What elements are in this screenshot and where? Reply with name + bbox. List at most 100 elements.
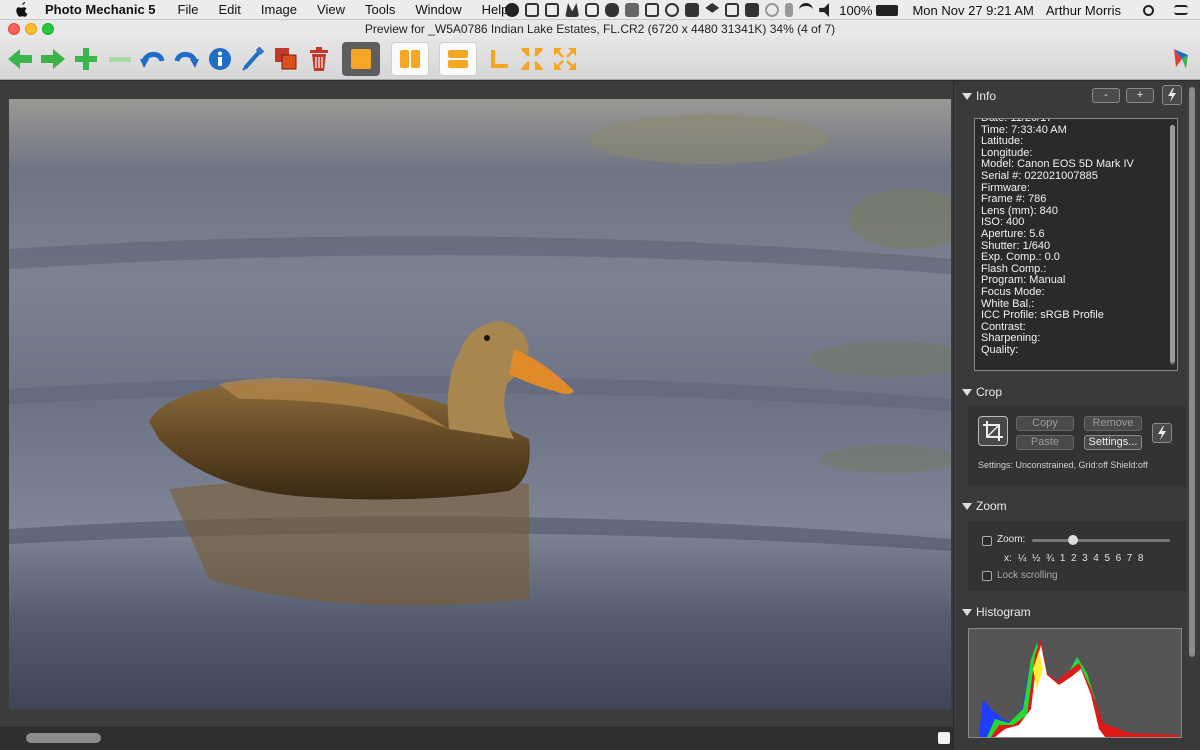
zoom-tick-label[interactable]: ½ bbox=[1032, 553, 1040, 564]
menu-file[interactable]: File bbox=[178, 2, 199, 17]
drive-icon[interactable] bbox=[725, 3, 740, 17]
zoom-tick-label[interactable]: 1 bbox=[1060, 553, 1066, 564]
crop-settings-text: Settings: Unconstrained, Grid:off Shield… bbox=[978, 460, 1148, 470]
bluetooth-icon[interactable] bbox=[785, 3, 794, 17]
zoom-tick-label[interactable]: 3 bbox=[1082, 553, 1088, 564]
remove-button[interactable] bbox=[103, 42, 137, 76]
user-name[interactable]: Arthur Morris bbox=[1046, 3, 1121, 18]
apple-icon[interactable] bbox=[14, 1, 30, 19]
delete-button[interactable] bbox=[302, 42, 336, 76]
crop-lightning-button[interactable] bbox=[1152, 423, 1172, 443]
sync-icon[interactable] bbox=[525, 3, 540, 17]
cloud-icon[interactable] bbox=[665, 3, 680, 17]
info-metadata-line: ICC Profile: sRGB Profile bbox=[981, 309, 1104, 322]
volume-icon[interactable] bbox=[819, 3, 830, 17]
dropbox-icon[interactable] bbox=[705, 3, 720, 13]
window-icon[interactable] bbox=[585, 3, 600, 17]
zoom-tick-labels: ¼½¾12345678 bbox=[1018, 553, 1149, 564]
crop-paste-button[interactable]: Paste bbox=[1016, 435, 1074, 450]
crop-remove-button[interactable]: Remove bbox=[1084, 416, 1142, 431]
duck-photo-image bbox=[9, 99, 951, 709]
time-machine-icon[interactable] bbox=[765, 3, 780, 17]
shrink-button[interactable] bbox=[515, 42, 549, 76]
zoom-tick-label[interactable]: ¼ bbox=[1018, 553, 1026, 564]
pen-icon bbox=[242, 46, 265, 71]
info-lightning-button[interactable] bbox=[1162, 85, 1182, 105]
stacked-button[interactable] bbox=[439, 42, 477, 76]
battery-icon[interactable] bbox=[876, 4, 899, 16]
next-button[interactable] bbox=[36, 42, 70, 76]
info-metadata-line: Exp. Comp.: 0.0 bbox=[981, 251, 1060, 264]
crop-tool-button[interactable] bbox=[978, 416, 1008, 446]
previous-button[interactable] bbox=[3, 42, 37, 76]
zoom-tick-label[interactable]: 7 bbox=[1127, 553, 1133, 564]
info-metadata-box[interactable]: Date: 11/20/17 Time: 7:33:40 AM Latitude: L… bbox=[974, 118, 1178, 371]
crop-section-header[interactable]: Crop bbox=[962, 385, 1002, 399]
undo-button[interactable] bbox=[136, 42, 170, 76]
minus-icon bbox=[109, 57, 131, 62]
c-icon[interactable] bbox=[645, 3, 660, 17]
menu-view[interactable]: View bbox=[317, 2, 345, 17]
menu-bar: Photo Mechanic 5 File Edit Image View To… bbox=[0, 0, 1200, 20]
info-scrollbar[interactable] bbox=[1170, 125, 1175, 365]
zoom-slider-knob[interactable] bbox=[1068, 535, 1079, 545]
info-section-header[interactable]: Info bbox=[962, 89, 996, 103]
horizontal-scrollbar[interactable] bbox=[26, 733, 101, 743]
zoom-tick-label[interactable]: 2 bbox=[1071, 553, 1077, 564]
info-metadata-line: Focus Mode: bbox=[981, 285, 1045, 298]
info-metadata-line: Serial #: 022021007885 bbox=[981, 169, 1098, 182]
add-button[interactable] bbox=[69, 42, 103, 76]
calendar-icon[interactable] bbox=[545, 3, 560, 17]
histogram-heading: Histogram bbox=[976, 605, 1031, 619]
panel-scrollbar[interactable] bbox=[1188, 81, 1196, 750]
single-view-button[interactable] bbox=[342, 42, 380, 76]
zoom-tick-label[interactable]: 8 bbox=[1138, 553, 1144, 564]
single-view-icon bbox=[351, 49, 371, 69]
crop-settings-button[interactable]: Settings... bbox=[1084, 435, 1142, 450]
preview-photo[interactable] bbox=[9, 99, 951, 709]
menu-edit[interactable]: Edit bbox=[218, 2, 240, 17]
clock[interactable]: Mon Nov 27 9:21 AM bbox=[912, 3, 1033, 18]
zoom-section-header[interactable]: Zoom bbox=[962, 499, 1007, 513]
lock-scrolling-checkbox[interactable] bbox=[982, 571, 992, 581]
skype-icon[interactable] bbox=[505, 3, 520, 17]
zoom-tick-label[interactable]: ¾ bbox=[1046, 553, 1054, 564]
expand-button[interactable] bbox=[548, 42, 582, 76]
menu-image[interactable]: Image bbox=[261, 2, 297, 17]
arrow-left-icon bbox=[8, 49, 32, 69]
messages-icon[interactable] bbox=[605, 3, 620, 17]
info-minus-button[interactable]: - bbox=[1092, 88, 1120, 103]
menu-tools[interactable]: Tools bbox=[365, 2, 395, 17]
copy-button[interactable] bbox=[269, 42, 303, 76]
spotlight-search-icon[interactable] bbox=[1143, 4, 1154, 16]
menu-app-name[interactable]: Photo Mechanic 5 bbox=[45, 2, 156, 17]
film-icon[interactable] bbox=[685, 3, 700, 17]
menu-window[interactable]: Window bbox=[415, 2, 461, 17]
stacked-icon bbox=[448, 50, 468, 68]
crop-corner-icon bbox=[491, 50, 508, 68]
notification-center-icon[interactable] bbox=[1174, 5, 1188, 15]
book-icon[interactable] bbox=[745, 3, 760, 17]
zoom-slider[interactable] bbox=[1032, 535, 1170, 545]
info-button[interactable] bbox=[203, 42, 237, 76]
crop-mode-button[interactable] bbox=[482, 42, 516, 76]
crop-copy-button[interactable]: Copy bbox=[1016, 416, 1074, 431]
zoom-tick-label[interactable]: 5 bbox=[1104, 553, 1110, 564]
zoom-tick-label[interactable]: 6 bbox=[1116, 553, 1122, 564]
side-by-side-button[interactable] bbox=[391, 42, 429, 76]
zoom-checkbox[interactable] bbox=[982, 536, 992, 546]
malwarebytes-icon[interactable] bbox=[565, 3, 580, 17]
redo-button[interactable] bbox=[169, 42, 203, 76]
undo-icon bbox=[140, 52, 165, 68]
zoom-tick-label[interactable]: 4 bbox=[1093, 553, 1099, 564]
box-icon[interactable] bbox=[625, 3, 640, 17]
side-panel: Info - + Date: 11/20/17 Time: 7:33:40 AM L… bbox=[954, 81, 1200, 750]
info-plus-button[interactable]: + bbox=[1126, 88, 1154, 103]
edit-button[interactable] bbox=[236, 42, 270, 76]
bottom-checkbox[interactable] bbox=[938, 732, 950, 744]
wifi-icon[interactable] bbox=[799, 3, 814, 17]
toolbar bbox=[0, 38, 1200, 80]
zoom-heading: Zoom bbox=[976, 499, 1007, 513]
histogram-section-header[interactable]: Histogram bbox=[962, 605, 1031, 619]
zoom-x-label: x: bbox=[1004, 553, 1012, 564]
